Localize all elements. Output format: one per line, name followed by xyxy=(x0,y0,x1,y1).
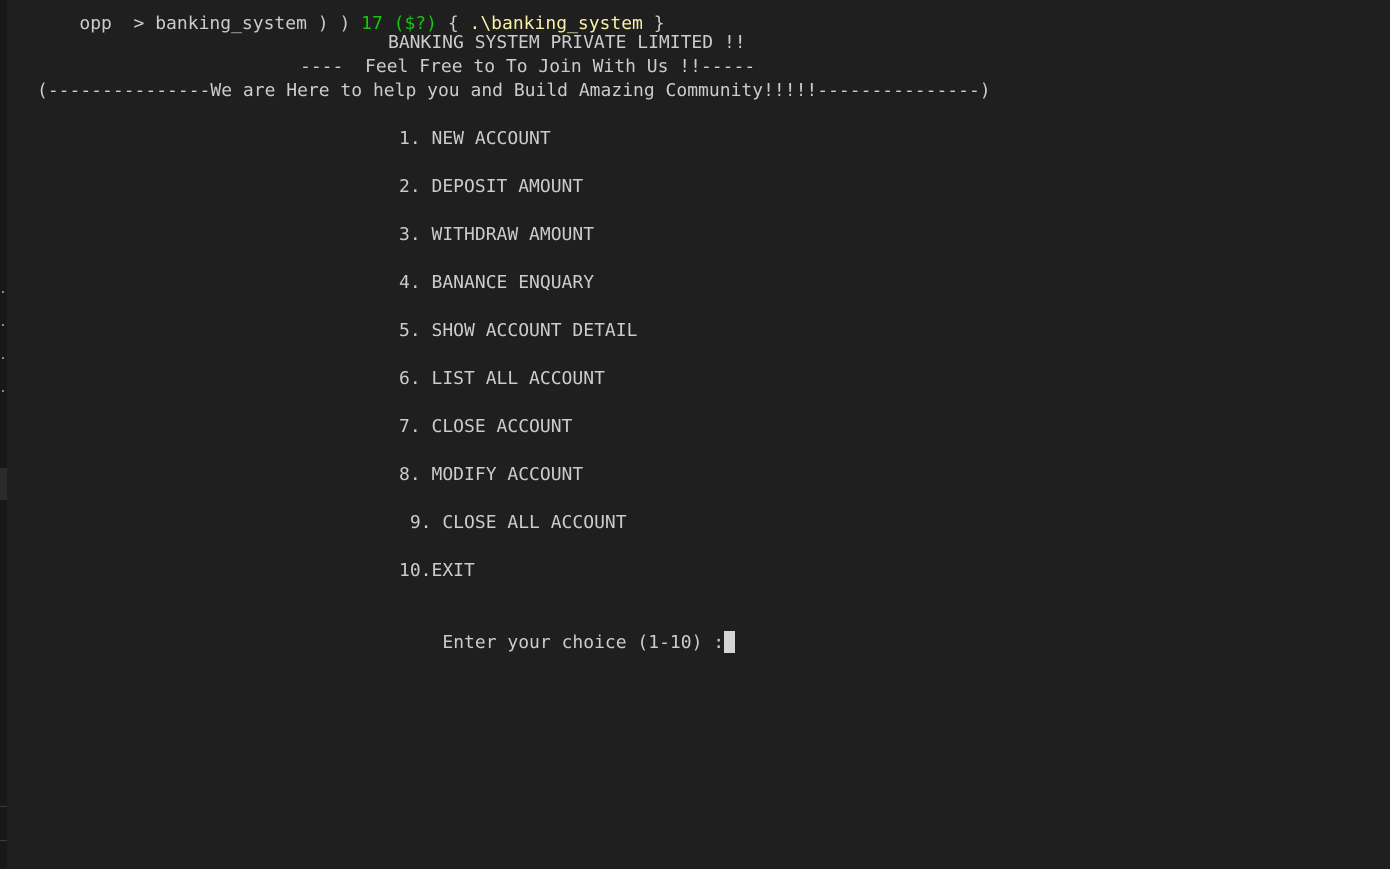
gutter-marker xyxy=(2,291,4,293)
editor-gutter xyxy=(0,0,7,869)
choice-prompt-line[interactable]: Enter your choice (1-10) : xyxy=(399,607,736,653)
gutter-marker xyxy=(2,390,4,392)
text-cursor xyxy=(724,630,736,653)
gutter-marker xyxy=(2,357,4,359)
menu-item-close-all-account: 9. CLOSE ALL ACCOUNT xyxy=(399,512,627,533)
menu-item-exit: 10.EXIT xyxy=(399,560,475,581)
gutter-divider xyxy=(0,840,7,841)
menu-item-close-account: 7. CLOSE ACCOUNT xyxy=(399,416,573,437)
banner-subtitle: ---- Feel Free to To Join With Us !!----… xyxy=(300,56,756,77)
gutter-divider xyxy=(0,806,7,807)
menu-item-deposit-amount: 2. DEPOSIT AMOUNT xyxy=(399,176,584,197)
terminal-prompt-line: opp > banking_system ) ) 17 ($?) { .\ban… xyxy=(36,0,664,34)
banner-tagline: (---------------We are Here to help you … xyxy=(37,80,991,101)
terminal-output[interactable]: opp > banking_system ) ) 17 ($?) { .\ban… xyxy=(16,0,1390,869)
choice-prompt-label: Enter your choice (1-10) : xyxy=(442,632,725,653)
menu-item-balance-enquiry: 4. BANANCE ENQUARY xyxy=(399,272,595,293)
menu-item-new-account: 1. NEW ACCOUNT xyxy=(399,128,551,149)
prompt-path: opp > banking_system ) ) xyxy=(79,13,362,34)
scrollbar-thumb[interactable] xyxy=(0,468,7,500)
gutter-marker xyxy=(2,324,4,326)
menu-item-withdraw-amount: 3. WITHDRAW AMOUNT xyxy=(399,224,595,245)
menu-item-list-all-account: 6. LIST ALL ACCOUNT xyxy=(399,368,605,389)
menu-item-show-account-detail: 5. SHOW ACCOUNT DETAIL xyxy=(399,320,638,341)
menu-item-modify-account: 8. MODIFY ACCOUNT xyxy=(399,464,584,485)
banner-title: BANKING SYSTEM PRIVATE LIMITED !! xyxy=(388,32,746,53)
